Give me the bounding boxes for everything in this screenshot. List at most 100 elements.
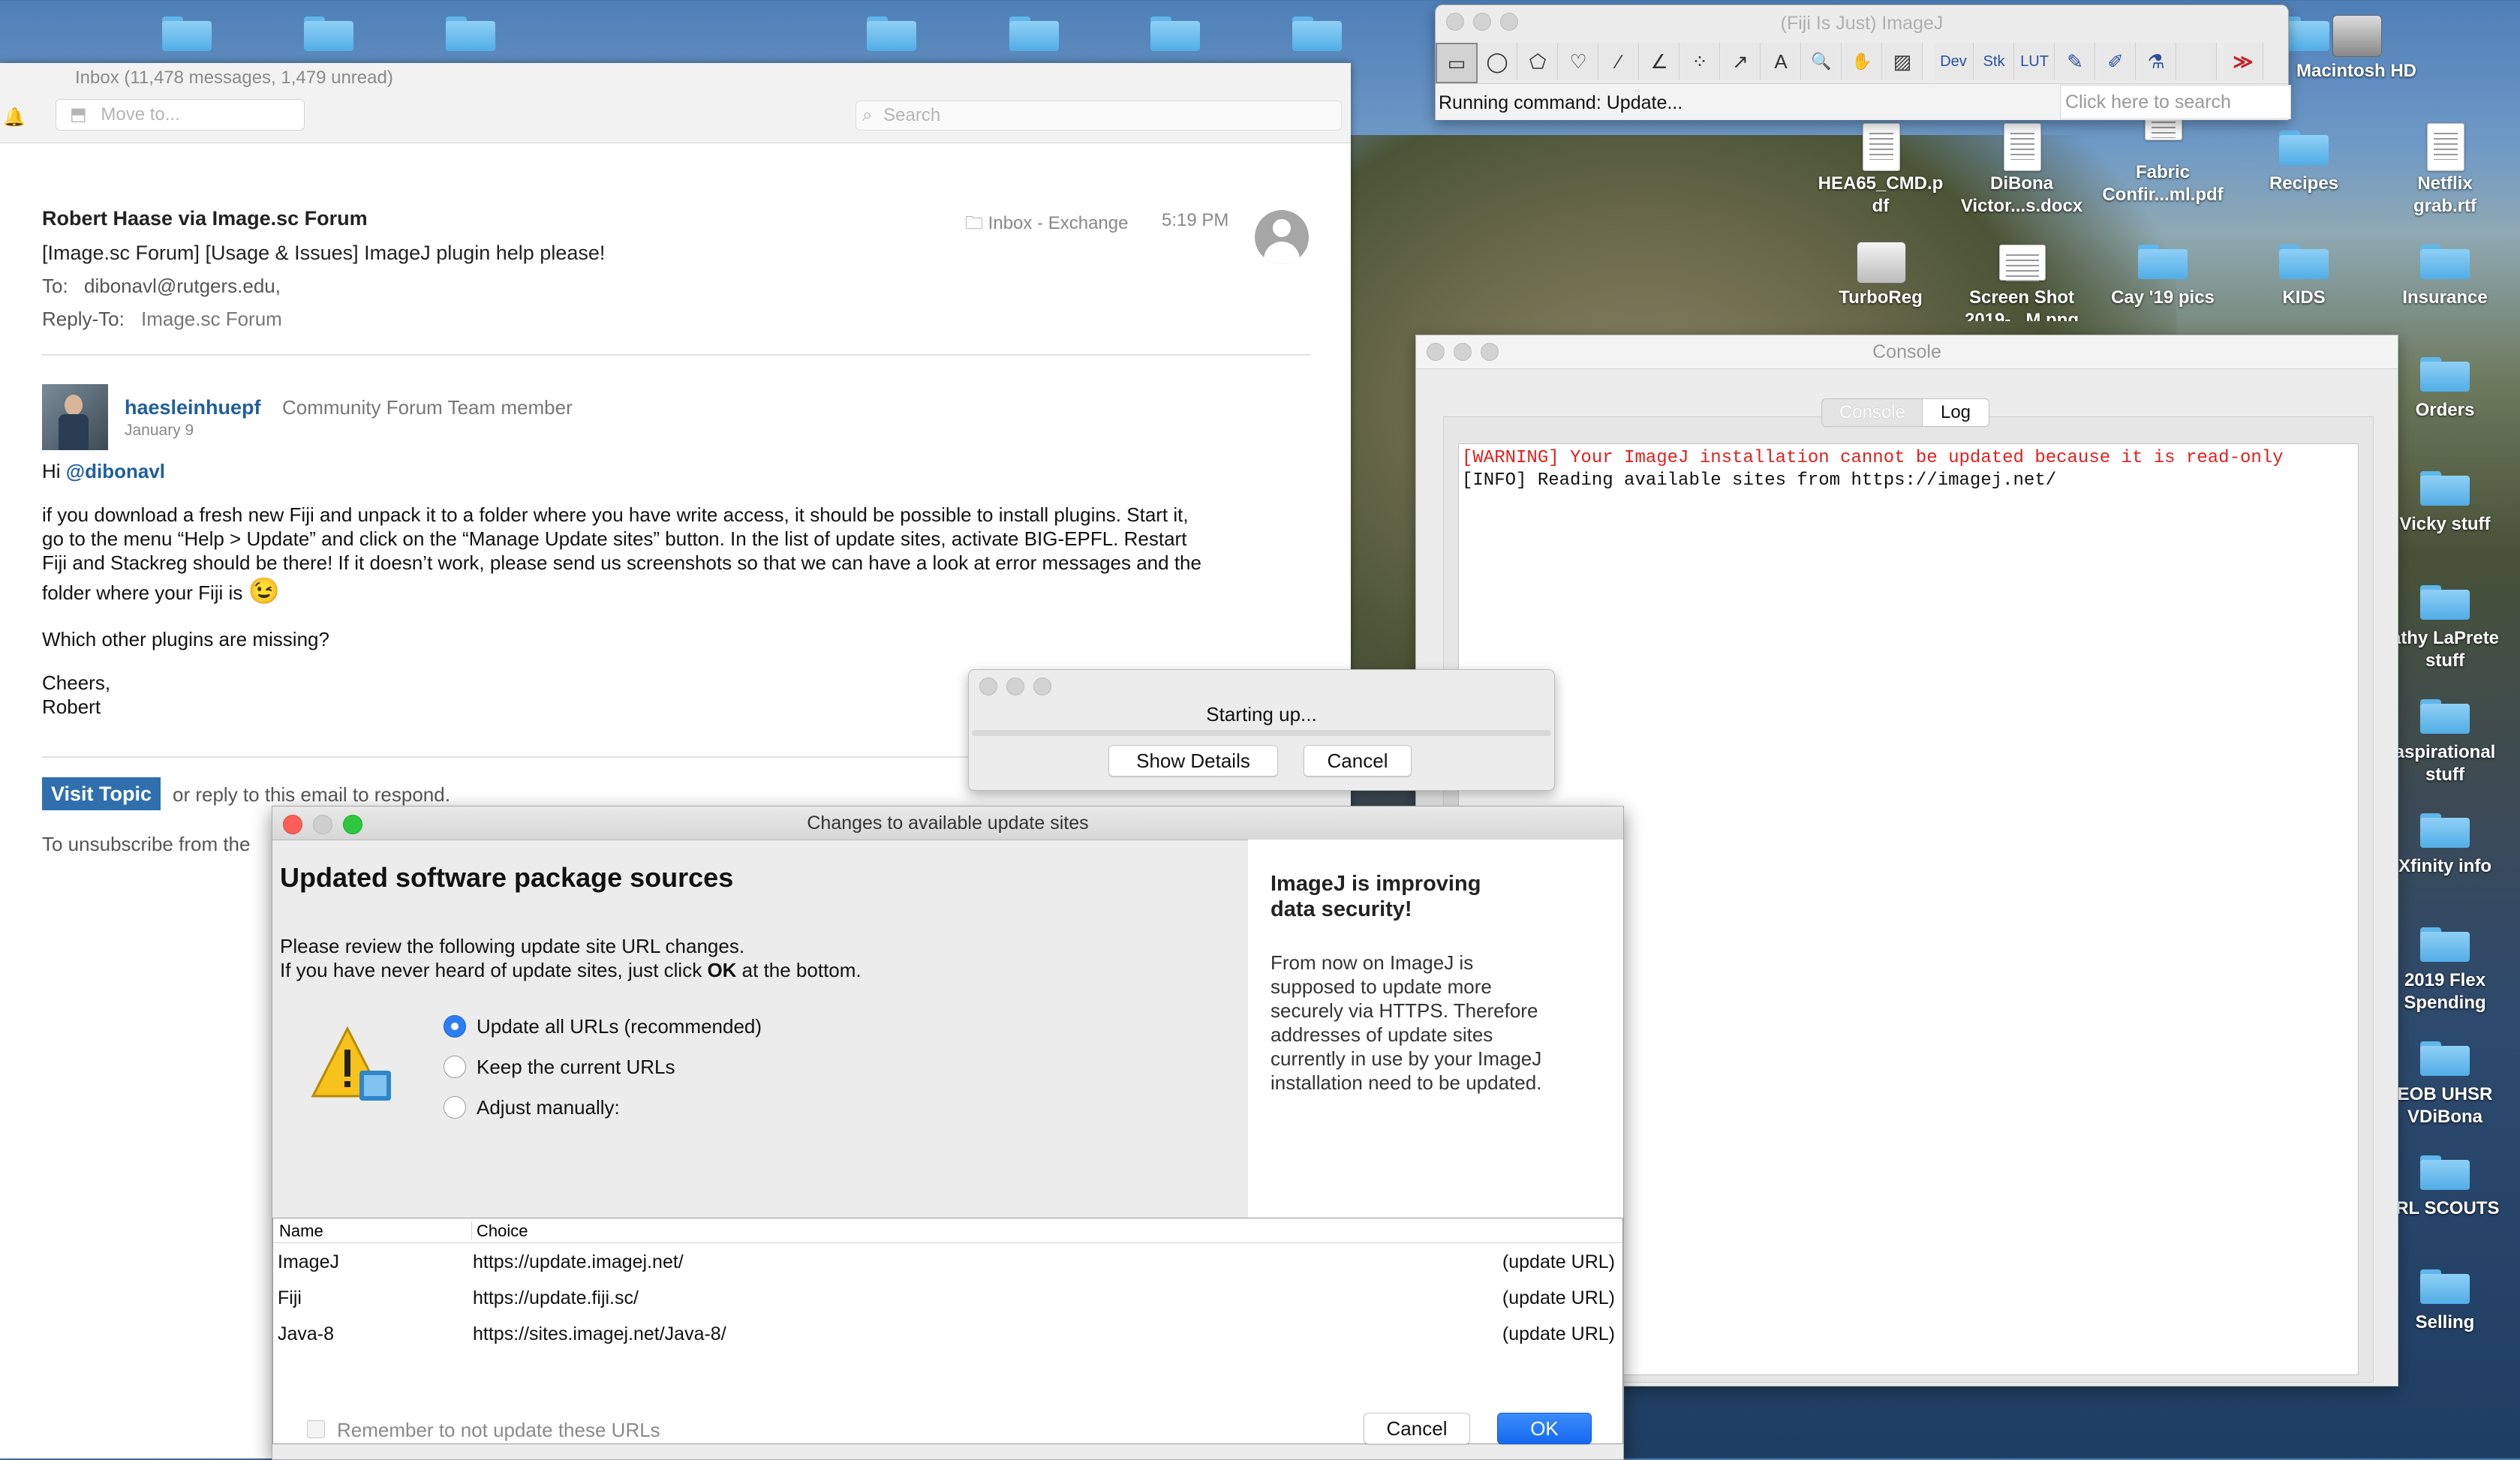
unsubscribe-text: To unsubscribe from the [42, 833, 251, 855]
desktop-item-insurance[interactable]: Insurance [2377, 234, 2512, 309]
more-tools-icon[interactable]: ≫ [2224, 43, 2263, 80]
imagej-search-field[interactable]: Click here to search [2060, 85, 2291, 119]
author-name[interactable]: haesleinhuepf [125, 396, 261, 419]
desktop-item-dibona-docx[interactable]: DiBona Victor...s.docx [1954, 120, 2089, 218]
rtf-icon [2427, 123, 2464, 171]
folder-icon [2420, 1269, 2470, 1304]
window-minimize-button[interactable] [313, 815, 332, 834]
png-icon [1999, 245, 2046, 281]
visit-topic-button[interactable]: Visit Topic [42, 777, 161, 810]
update-cancel-button[interactable]: Cancel [1364, 1413, 1470, 1444]
message-time: 5:19 PM [1162, 210, 1229, 230]
desktop-folder-icon[interactable] [304, 17, 353, 51]
startup-cancel-button[interactable]: Cancel [1304, 745, 1412, 777]
remember-checkbox[interactable] [307, 1420, 325, 1438]
window-zoom-button[interactable] [1033, 677, 1051, 695]
info-text: From now on ImageJ is supposed to update… [1271, 951, 1542, 1094]
desktop-item-hea65[interactable]: HEA65_CMD.p df [1813, 120, 1948, 218]
mailbox-location: 🗀 Inbox - Exchange [965, 213, 1129, 233]
color-picker-tool-icon[interactable]: ▨ [1883, 43, 1923, 80]
folder-icon [2138, 245, 2188, 279]
desktop-item-fabric[interactable]: Fabric Confir...ml.pdf [2095, 101, 2230, 206]
mail-toolbar: Inbox (11,478 messages, 1,479 unread) 🔔 … [0, 63, 1351, 143]
lut-menu-icon[interactable]: LUT [2015, 43, 2055, 80]
desktop-item-netflix[interactable]: Netflix grab.rtf [2377, 120, 2512, 218]
update-sites-dialog: Changes to available update sites Update… [272, 806, 1624, 1460]
console-title: Console [1872, 341, 1941, 362]
table-row[interactable]: ImageJ https://update.imagej.net/ (updat… [275, 1244, 1622, 1280]
magnifier-tool-icon[interactable]: 🔍 [1802, 43, 1842, 80]
mail-search-field[interactable]: ⌕ Search [856, 101, 1342, 131]
show-details-button[interactable]: Show Details [1108, 745, 1278, 777]
update-intro: Please review the following update site … [280, 935, 862, 981]
update-all-urls-label[interactable]: Update all URLs (recommended) [477, 1015, 762, 1038]
oval-tool-icon[interactable]: ◯ [1478, 43, 1517, 80]
col-name-header[interactable]: Name [279, 1221, 323, 1241]
desktop-folder-icon[interactable] [1292, 17, 1342, 51]
wink-emoji-icon: 😉 [248, 577, 280, 605]
folder-icon [2279, 131, 2329, 165]
col-choice-header[interactable]: Choice [471, 1221, 528, 1240]
imagej-window: (Fiji Is Just) ImageJ ▭ ◯ ⬠ ♡ ∕ ∠ ⁘ ↗ A … [1435, 5, 2291, 120]
info-heading: ImageJ is improving data security! [1271, 872, 1481, 921]
log-info-line: [INFO] Reading available sites from http… [1462, 470, 2057, 491]
table-row[interactable]: Java-8 https://sites.imagej.net/Java-8/ … [275, 1316, 1622, 1352]
hand-tool-icon[interactable]: ✋ [1842, 43, 1882, 80]
folder-icon: 🗀 [965, 213, 983, 233]
post-date: January 9 [125, 422, 194, 439]
remember-label[interactable]: Remember to not update these URLs [337, 1419, 660, 1442]
desktop-folder-icon[interactable] [1150, 17, 1200, 51]
adjust-manually-radio[interactable] [444, 1096, 466, 1119]
message-subject: [Image.sc Forum] [Usage & Issues] ImageJ… [42, 242, 606, 264]
window-close-button[interactable] [979, 677, 997, 695]
rectangle-tool-icon[interactable]: ▭ [1436, 43, 1478, 83]
docx-icon [2004, 123, 2041, 171]
text-tool-icon[interactable]: A [1761, 43, 1801, 80]
table-row[interactable]: Fiji https://update.fiji.sc/ (update URL… [275, 1280, 1622, 1316]
move-to-button[interactable]: ⬒ Move to... [56, 99, 305, 131]
wand-tool-icon[interactable]: ↗ [1721, 43, 1761, 80]
polygon-tool-icon[interactable]: ⬠ [1518, 43, 1558, 80]
desktop-folder-icon[interactable] [1009, 17, 1059, 51]
update-all-urls-radio[interactable] [444, 1015, 466, 1038]
startup-progress-bar [972, 730, 1551, 736]
ok-button[interactable]: OK [1497, 1413, 1592, 1444]
tab-log[interactable]: Log [1922, 398, 1989, 427]
brush-tool-icon[interactable]: ✐ [2096, 43, 2136, 80]
stacks-menu-icon[interactable]: Stk [1974, 43, 2014, 80]
mention-link[interactable]: @dibonavl [66, 460, 165, 482]
replyto-label: Reply-To: [42, 308, 125, 330]
desktop-item-kids[interactable]: KIDS [2236, 234, 2371, 309]
desktop-item-recipes[interactable]: Recipes [2236, 120, 2371, 195]
flood-fill-tool-icon[interactable]: ⚗ [2137, 43, 2176, 80]
pdf-doc-icon [1863, 123, 1900, 171]
pencil-tool-icon[interactable]: ✎ [2055, 43, 2095, 80]
to-value[interactable]: dibonavl@rutgers.edu, [84, 275, 281, 298]
desktop-item-cay-pics[interactable]: Cay '19 pics [2095, 234, 2230, 309]
reply-hint: or reply to this email to respond. [173, 783, 450, 806]
folder-icon [2279, 245, 2329, 279]
line-tool-icon[interactable]: ∕ [1599, 43, 1639, 80]
dev-menu-icon[interactable]: Dev [1934, 43, 1974, 80]
freehand-tool-icon[interactable]: ♡ [1559, 43, 1598, 80]
angle-tool-icon[interactable]: ∠ [1640, 43, 1679, 80]
point-tool-icon[interactable]: ⁘ [1680, 43, 1720, 80]
notification-bell-icon[interactable]: 🔔 [3, 107, 26, 129]
folder-icon [2420, 585, 2470, 620]
replyto-value[interactable]: Image.sc Forum [141, 308, 282, 331]
keep-current-urls-radio[interactable] [444, 1056, 466, 1078]
desktop-folder-icon[interactable] [446, 17, 495, 51]
desktop-item-turboreg[interactable]: TurboReg [1813, 234, 1948, 309]
message-from: Robert Haase via Image.sc Forum [42, 207, 368, 230]
window-minimize-button[interactable] [1006, 677, 1024, 695]
desktop-folder-icon[interactable] [867, 17, 916, 51]
keep-current-urls-label[interactable]: Keep the current URLs [477, 1056, 675, 1079]
window-close-button[interactable] [283, 815, 302, 834]
tab-console[interactable]: Console [1821, 398, 1923, 427]
empty-tool-slot[interactable] [2177, 43, 2217, 80]
desktop-item-screenshot[interactable]: Screen Shot 2019-...M.png [1954, 234, 2089, 321]
desktop-folder-icon[interactable] [162, 17, 212, 51]
window-zoom-button[interactable] [343, 815, 362, 834]
adjust-manually-label[interactable]: Adjust manually: [477, 1096, 620, 1119]
folder-icon [2420, 699, 2470, 734]
